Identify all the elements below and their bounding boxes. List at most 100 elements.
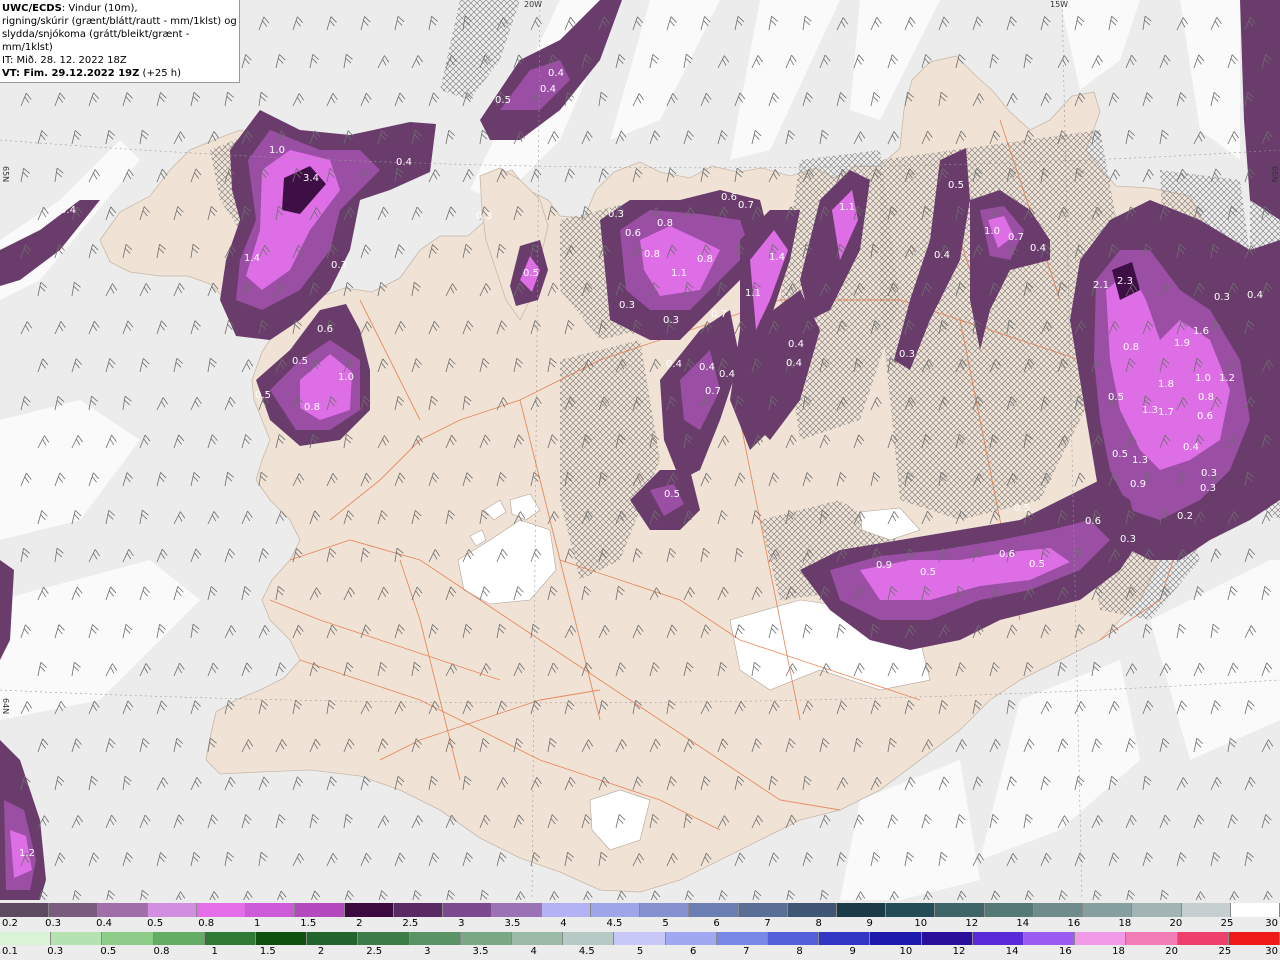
precip-value-label: 0.3 xyxy=(476,211,492,222)
colorbar-label: 3.5 xyxy=(504,918,521,929)
colorbar-swatch xyxy=(102,932,154,945)
precip-value-label: 0.3 xyxy=(619,300,635,311)
colorbar-label: 6 xyxy=(689,946,697,957)
precip-value-label: 1.1 xyxy=(839,202,855,213)
colorbar-label: 0.4 xyxy=(96,918,113,929)
colorbar-swatch xyxy=(492,903,542,917)
precip-value-label: 0.3 xyxy=(899,349,915,360)
colorbar-label: 5 xyxy=(662,918,669,929)
colorbar-label: 16 xyxy=(1058,946,1072,957)
colorbar-label: 10 xyxy=(899,946,913,957)
weather-map: 0.4 0.4 0.5 1.0 3.4 0.4 0.4 0.3 1.4 0.3 0.5 0.6 0.5 1… xyxy=(0,0,1280,900)
colorbar-swatch xyxy=(1024,932,1076,945)
colorbar-swatch xyxy=(984,903,1034,917)
colorbar-label: 12 xyxy=(952,946,966,957)
precip-value-label: 0.8 xyxy=(697,254,713,265)
precip-value-label: 0.7 xyxy=(711,309,727,320)
colorbar-swatch xyxy=(1033,903,1084,917)
precip-value-label: 0.9 xyxy=(876,560,892,571)
precip-value-label: 0.3 xyxy=(608,209,624,220)
precip-value-label: 1.0 xyxy=(269,145,285,156)
precip-value-label: 0.5 xyxy=(523,268,539,279)
colorbar-label: 9 xyxy=(866,918,873,929)
lat-label-65n: 65N xyxy=(1,166,10,183)
colorbar-label: 12 xyxy=(965,918,979,929)
precip-value-label: 2.3 xyxy=(1117,276,1133,287)
precip-value-label: 1.6 xyxy=(1193,326,1209,337)
colorbar-label: 0.5 xyxy=(100,946,117,957)
colorbar-swatch xyxy=(358,932,410,945)
colorbar-swatch xyxy=(921,932,973,945)
precip-value-label: 0.4 xyxy=(396,157,412,168)
colorbar-label: 2.5 xyxy=(366,946,383,957)
colorbar-swatch xyxy=(0,903,50,917)
colorbar-swatch xyxy=(246,903,296,917)
colorbar-swatch xyxy=(204,932,257,945)
precip-value-label: 0.3 xyxy=(1120,534,1136,545)
precip-value-label: 1.0 xyxy=(984,226,1000,237)
colorbar-swatch xyxy=(1177,932,1229,945)
precip-value-label: 1.1 xyxy=(745,288,761,299)
colorbar-swatch xyxy=(344,903,394,917)
lon-label-15w: 15W xyxy=(1050,0,1069,9)
precip-value-label: 0.3 xyxy=(331,260,347,271)
colorbar-label: 8 xyxy=(815,918,822,929)
colorbar-swatch xyxy=(689,903,739,917)
precip-value-label: 0.5 xyxy=(1029,559,1045,570)
lead-time: (+25 h) xyxy=(139,68,181,79)
colorbar-label: 20 xyxy=(1165,946,1179,957)
colorbar-swatch xyxy=(196,903,247,917)
colorbar-swatch xyxy=(1083,903,1133,917)
issue-time: IT: Mið. 28. 12. 2022 18Z xyxy=(2,55,127,66)
precip-value-label: 0.5 xyxy=(948,180,964,191)
precip-value-label: 0.4 xyxy=(548,68,564,79)
precip-value-label: 0.5 xyxy=(255,390,271,401)
colorbar-swatch xyxy=(153,932,205,945)
precip-value-label: 0.6 xyxy=(999,549,1015,560)
colorbar-swatch xyxy=(1132,903,1182,917)
precip-value-label: 0.3 xyxy=(1200,483,1216,494)
colorbar-swatch xyxy=(0,932,52,945)
precip-value-label: 0.7 xyxy=(1008,232,1024,243)
colorbar-swatch xyxy=(716,932,769,945)
precip-value-label: 1.0 xyxy=(1195,373,1211,384)
colorbar-swatch xyxy=(460,932,513,945)
colorbar-label: 10 xyxy=(914,918,928,929)
precip-value-label: 1.4 xyxy=(244,253,260,264)
colorbar-swatch xyxy=(307,932,359,945)
colorbar-swatch xyxy=(409,932,461,945)
precip-value-label: 0.8 xyxy=(1123,342,1139,353)
precip-value-label: 0.5 xyxy=(1014,503,1030,514)
colorbar-swatch xyxy=(295,903,345,917)
colorbar-swatch xyxy=(512,932,564,945)
colorbar-swatch xyxy=(563,932,615,945)
colorbar-label: 1.5 xyxy=(300,918,317,929)
colorbar-label: 4 xyxy=(530,946,537,957)
colorbar-label: 3 xyxy=(458,918,465,929)
precip-value-label: 1.2 xyxy=(1219,373,1235,384)
colorbar-swatch xyxy=(98,903,148,917)
colorbar-label: 2 xyxy=(317,946,325,957)
precip-value-label: 0.3 xyxy=(1201,468,1217,479)
colorbar-swatch xyxy=(393,903,444,917)
precip-value-label: 1.4 xyxy=(769,252,785,263)
precip-value-label: 1.7 xyxy=(1158,407,1174,418)
colorbar-label: 0.5 xyxy=(147,918,164,929)
precip-value-label: 0.7 xyxy=(705,386,721,397)
precip-value-label: 1.0 xyxy=(338,372,354,383)
precip-value-label: 0.2 xyxy=(1177,511,1193,522)
colorbar-label: 4 xyxy=(560,918,567,929)
colorbar-label: 7 xyxy=(743,946,750,957)
colorbar-label: 14 xyxy=(1005,946,1019,957)
colorbar-swatch xyxy=(665,932,717,945)
forecast-map-view: 0.4 0.4 0.5 1.0 3.4 0.4 0.4 0.3 1.4 0.3 0.5 0.6 0.5 1… xyxy=(0,0,1280,960)
colorbar-label: 5 xyxy=(636,946,644,957)
precip-value-label: 0.4 xyxy=(666,359,682,370)
rain-colorbar xyxy=(0,932,1280,945)
colorbar-swatch xyxy=(640,903,690,917)
lat-label-64n: 64N xyxy=(1,698,10,715)
colorbar-swatch xyxy=(768,932,820,945)
model-name: UWC/ECDS xyxy=(2,3,62,14)
product-line1: : Vindur (10m), xyxy=(61,3,138,14)
colorbar-label: 1 xyxy=(254,918,261,929)
